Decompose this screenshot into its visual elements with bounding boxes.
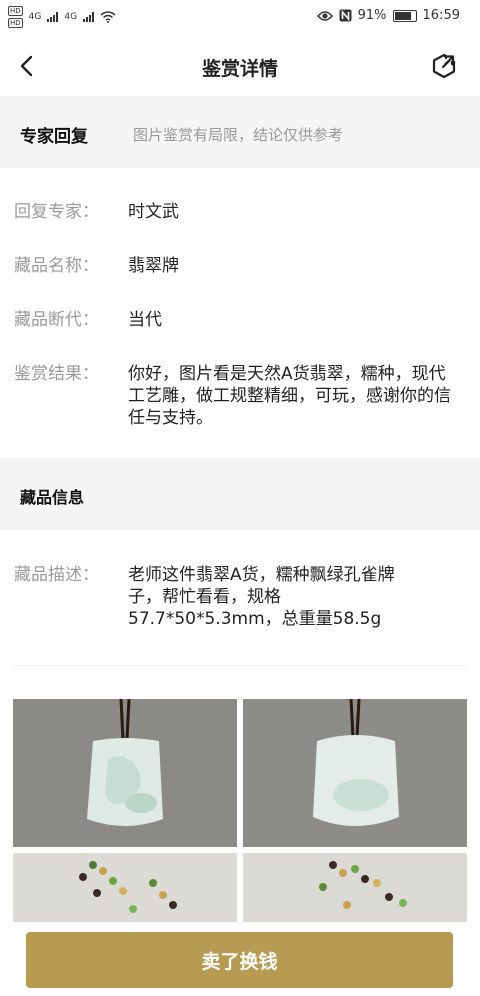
row-value: 你好，图片看是天然A货翡翠，糯种，现代工艺雕，做工规整精细，可玩，感谢你的信任与… <box>128 364 451 428</box>
network-type: 4G <box>64 12 78 22</box>
section-title: 专家回复 <box>20 127 88 147</box>
row-value: 时文武 <box>128 202 179 222</box>
row-label: 藏品名称： <box>14 256 99 276</box>
bead-cord-photo[interactable] <box>13 853 237 923</box>
status-bar: HD HD 4G 4G 91% 16:59 <box>0 0 480 36</box>
bead-cord-detail-photo[interactable] <box>243 853 467 923</box>
bottom-action-bar: 卖了换钱 <box>0 922 480 996</box>
nav-bar: 鉴赏详情 <box>0 36 480 96</box>
row-label: 藏品断代： <box>14 310 99 330</box>
status-right: 91% 16:59 <box>316 8 460 23</box>
row-value: 翡翠牌 <box>128 256 179 276</box>
row-value: 老师这件翡翠A货，糯种飘绿孔雀牌子，帮忙看看，规格57.7*50*5.3mm，总… <box>128 565 395 629</box>
row-label: 鉴赏结果： <box>14 364 99 384</box>
disclaimer-note: 图片鉴赏有局限，结论仅供参考 <box>133 126 344 144</box>
sell-button[interactable]: 卖了换钱 <box>26 932 453 988</box>
section-title: 藏品信息 <box>20 488 85 507</box>
divider <box>14 665 466 666</box>
hd-icon: HD <box>8 6 23 16</box>
collection-info-header: 藏品信息 <box>0 458 480 530</box>
page-title: 鉴赏详情 <box>201 58 278 80</box>
wifi-icon <box>100 11 116 23</box>
battery-icon <box>392 9 417 22</box>
share-icon[interactable] <box>430 52 458 80</box>
nfc-icon <box>339 9 352 22</box>
signal-icon <box>47 12 59 22</box>
row-label: 藏品描述： <box>14 565 99 585</box>
status-left: HD HD 4G 4G <box>8 6 116 28</box>
row-value: 当代 <box>128 310 162 330</box>
hd-icon: HD <box>8 18 23 28</box>
network-type: 4G <box>28 12 42 22</box>
eye-icon <box>316 10 333 21</box>
clock: 16:59 <box>422 8 460 23</box>
signal-icon <box>83 12 95 22</box>
jade-pendant-front-photo[interactable] <box>13 699 237 847</box>
row-label: 回复专家： <box>14 202 99 222</box>
expert-reply-header: 专家回复 图片鉴赏有局限，结论仅供参考 <box>0 96 480 168</box>
jade-pendant-back-photo[interactable] <box>243 699 467 847</box>
battery-percent: 91% <box>357 8 387 23</box>
